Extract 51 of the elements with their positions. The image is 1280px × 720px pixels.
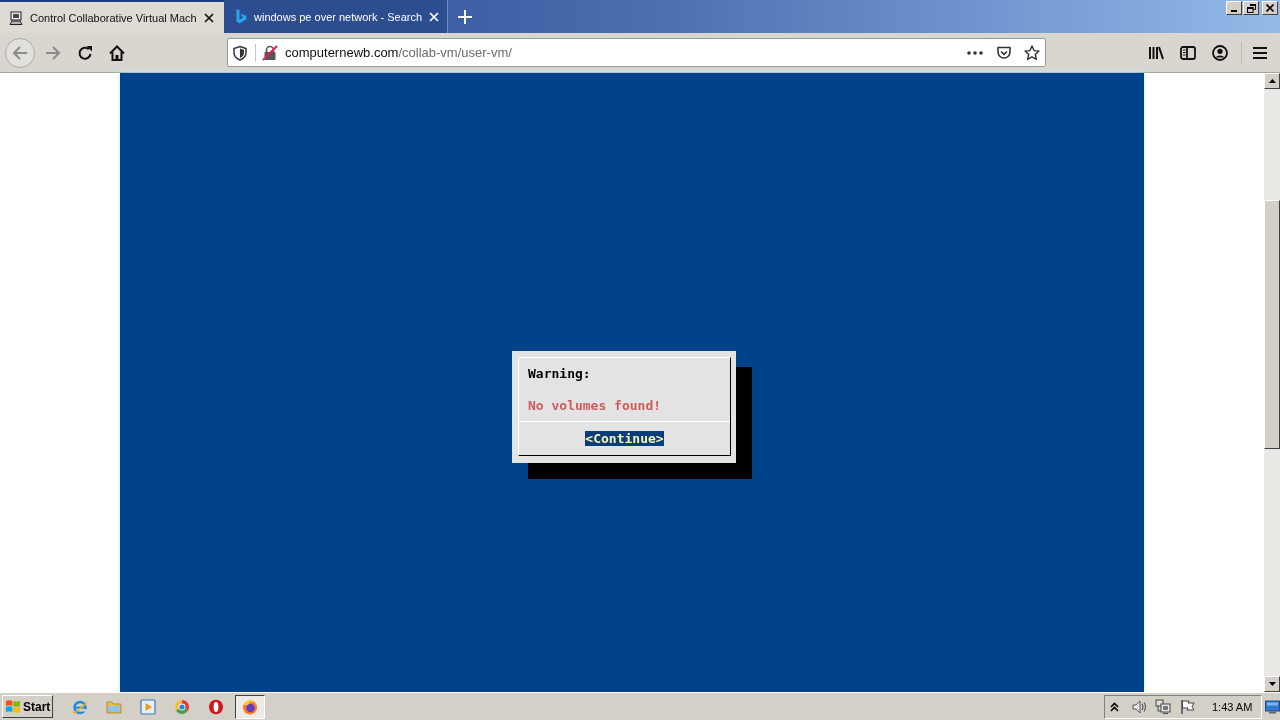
library-icon[interactable] [1148, 44, 1164, 61]
close-window-button[interactable] [1262, 1, 1278, 15]
sidebar-icon[interactable] [1180, 44, 1196, 61]
clock[interactable]: 1:43 AM [1212, 699, 1253, 714]
close-icon[interactable] [204, 12, 214, 23]
back-arrow-icon [12, 44, 28, 61]
dialog-message: No volumes found! [528, 398, 663, 414]
address-field[interactable]: computernewb.com/collab-vm/user-vm/ [227, 38, 1046, 67]
continue-button[interactable]: <Continue> [585, 431, 664, 446]
o-ring-icon [208, 698, 224, 715]
more-actions-icon[interactable] [967, 50, 983, 55]
taskbar-button[interactable] [235, 694, 265, 719]
play-icon [140, 698, 156, 715]
tab-title: Control Collaborative Virtual Mach [30, 10, 197, 25]
show-desktop-icon[interactable] [1265, 699, 1280, 714]
shield-icon[interactable] [232, 44, 248, 61]
folder-icon [106, 698, 122, 715]
windows-flag-icon [5, 699, 21, 714]
flag-icon[interactable] [1180, 698, 1196, 715]
scroll-down-button[interactable] [1264, 676, 1280, 692]
b-logo-icon [236, 9, 247, 24]
restore-icon [1246, 3, 1256, 13]
bookmark-star-icon[interactable] [1024, 44, 1040, 61]
up-triangle-icon [1268, 79, 1276, 83]
account-icon[interactable] [1212, 44, 1228, 61]
tab-title: windows pe over network - Search [254, 9, 423, 24]
fox-globe-icon [242, 698, 258, 715]
browser-tab[interactable]: Control Collaborative Virtual Mach [0, 0, 224, 33]
minimize-button[interactable] [1226, 1, 1242, 15]
start-button[interactable]: Start [2, 695, 53, 718]
scrollbar-thumb[interactable] [1264, 200, 1280, 449]
dialog-title: Warning: [528, 366, 592, 382]
back-button[interactable] [5, 37, 35, 68]
down-triangle-icon [1268, 682, 1276, 686]
reload-icon[interactable] [77, 44, 93, 61]
computer-icon [9, 10, 23, 25]
speaker-icon[interactable] [1132, 698, 1148, 715]
insecure-lock-icon[interactable] [262, 44, 278, 61]
url-text: computernewb.com/collab-vm/user-vm/ [285, 44, 512, 61]
browser-tab[interactable]: windows pe over network - Search [224, 0, 448, 33]
menu-icon[interactable] [1252, 45, 1268, 60]
e-logo-icon [72, 698, 88, 715]
close-icon [1266, 4, 1274, 12]
show-hidden-icons-icon[interactable] [1110, 701, 1119, 712]
new-tab-icon[interactable] [458, 9, 472, 24]
restore-button[interactable] [1243, 1, 1259, 15]
network-icon[interactable] [1155, 698, 1171, 715]
pocket-icon[interactable] [996, 44, 1012, 61]
home-icon[interactable] [109, 44, 125, 61]
scroll-up-button[interactable] [1264, 73, 1280, 89]
ring-logo-icon [174, 698, 190, 715]
